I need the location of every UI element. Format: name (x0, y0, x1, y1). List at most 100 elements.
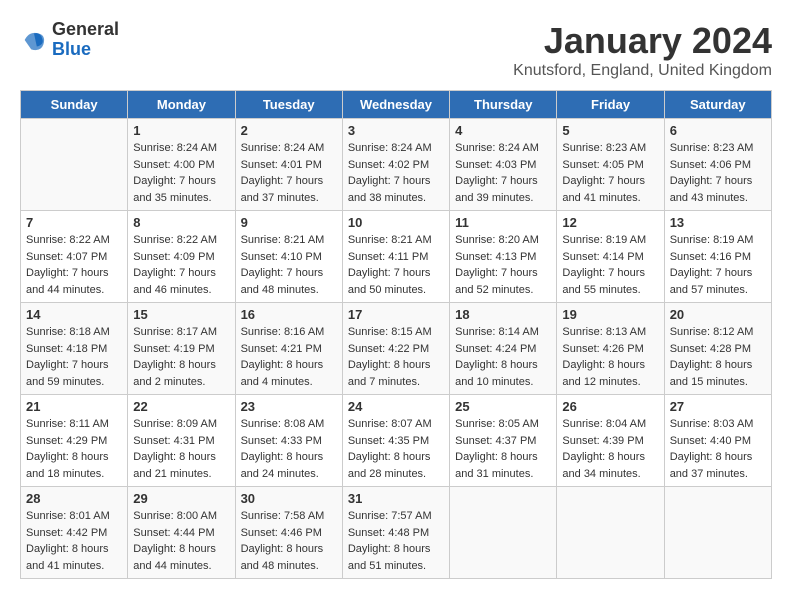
calendar-header: SundayMondayTuesdayWednesdayThursdayFrid… (21, 91, 772, 119)
calendar-cell: 24 Sunrise: 8:07 AM Sunset: 4:35 PM Dayli… (342, 395, 449, 487)
calendar-cell: 28 Sunrise: 8:01 AM Sunset: 4:42 PM Dayli… (21, 487, 128, 579)
day-info: Sunrise: 8:14 AM Sunset: 4:24 PM Dayligh… (455, 324, 551, 390)
day-number: 3 (348, 123, 444, 138)
day-number: 27 (670, 399, 766, 414)
calendar-cell: 15 Sunrise: 8:17 AM Sunset: 4:19 PM Dayli… (128, 303, 235, 395)
day-number: 4 (455, 123, 551, 138)
day-number: 11 (455, 215, 551, 230)
calendar-cell: 5 Sunrise: 8:23 AM Sunset: 4:05 PM Daylig… (557, 119, 664, 211)
day-number: 22 (133, 399, 229, 414)
calendar-cell: 14 Sunrise: 8:18 AM Sunset: 4:18 PM Dayli… (21, 303, 128, 395)
day-info: Sunrise: 8:21 AM Sunset: 4:10 PM Dayligh… (241, 232, 337, 298)
page-header: General Blue January 2024 Knutsford, Eng… (20, 20, 772, 80)
header-cell-friday: Friday (557, 91, 664, 119)
calendar-cell: 22 Sunrise: 8:09 AM Sunset: 4:31 PM Dayli… (128, 395, 235, 487)
calendar-cell: 6Sunrise: 8:23 AM Sunset: 4:06 PM Daylig… (664, 119, 771, 211)
calendar-title: January 2024 (513, 20, 772, 62)
calendar-cell: 8 Sunrise: 8:22 AM Sunset: 4:09 PM Daylig… (128, 211, 235, 303)
calendar-body: 1 Sunrise: 8:24 AM Sunset: 4:00 PM Daylig… (21, 119, 772, 579)
calendar-cell: 10Sunrise: 8:21 AM Sunset: 4:11 PM Dayli… (342, 211, 449, 303)
calendar-cell: 19 Sunrise: 8:13 AM Sunset: 4:26 PM Dayli… (557, 303, 664, 395)
day-info: Sunrise: 8:23 AM Sunset: 4:06 PM Dayligh… (670, 140, 766, 206)
calendar-cell: 31 Sunrise: 7:57 AM Sunset: 4:48 PM Dayli… (342, 487, 449, 579)
day-number: 5 (562, 123, 658, 138)
calendar-week-3: 14 Sunrise: 8:18 AM Sunset: 4:18 PM Dayli… (21, 303, 772, 395)
header-cell-monday: Monday (128, 91, 235, 119)
day-number: 24 (348, 399, 444, 414)
day-number: 25 (455, 399, 551, 414)
day-info: Sunrise: 8:22 AM Sunset: 4:09 PM Dayligh… (133, 232, 229, 298)
day-info: Sunrise: 8:03 AM Sunset: 4:40 PM Dayligh… (670, 416, 766, 482)
day-number: 8 (133, 215, 229, 230)
calendar-cell: 9 Sunrise: 8:21 AM Sunset: 4:10 PM Daylig… (235, 211, 342, 303)
logo-icon (20, 26, 48, 54)
calendar-cell: 13Sunrise: 8:19 AM Sunset: 4:16 PM Dayli… (664, 211, 771, 303)
day-info: Sunrise: 7:58 AM Sunset: 4:46 PM Dayligh… (241, 508, 337, 574)
day-info: Sunrise: 8:24 AM Sunset: 4:02 PM Dayligh… (348, 140, 444, 206)
day-number: 26 (562, 399, 658, 414)
logo-text: General Blue (52, 20, 119, 60)
calendar-cell (664, 487, 771, 579)
calendar-cell: 30 Sunrise: 7:58 AM Sunset: 4:46 PM Dayli… (235, 487, 342, 579)
logo-general: General (52, 20, 119, 40)
calendar-cell: 29Sunrise: 8:00 AM Sunset: 4:44 PM Dayli… (128, 487, 235, 579)
day-number: 21 (26, 399, 122, 414)
day-info: Sunrise: 8:23 AM Sunset: 4:05 PM Dayligh… (562, 140, 658, 206)
calendar-table: SundayMondayTuesdayWednesdayThursdayFrid… (20, 90, 772, 579)
day-number: 28 (26, 491, 122, 506)
day-info: Sunrise: 7:57 AM Sunset: 4:48 PM Dayligh… (348, 508, 444, 574)
calendar-cell: 26Sunrise: 8:04 AM Sunset: 4:39 PM Dayli… (557, 395, 664, 487)
day-info: Sunrise: 8:24 AM Sunset: 4:00 PM Dayligh… (133, 140, 229, 206)
calendar-cell: 11 Sunrise: 8:20 AM Sunset: 4:13 PM Dayli… (450, 211, 557, 303)
calendar-cell: 18 Sunrise: 8:14 AM Sunset: 4:24 PM Dayli… (450, 303, 557, 395)
calendar-subtitle: Knutsford, England, United Kingdom (513, 62, 772, 80)
day-info: Sunrise: 8:13 AM Sunset: 4:26 PM Dayligh… (562, 324, 658, 390)
day-info: Sunrise: 8:09 AM Sunset: 4:31 PM Dayligh… (133, 416, 229, 482)
day-number: 17 (348, 307, 444, 322)
calendar-cell (557, 487, 664, 579)
calendar-cell: 16Sunrise: 8:16 AM Sunset: 4:21 PM Dayli… (235, 303, 342, 395)
day-number: 31 (348, 491, 444, 506)
day-number: 19 (562, 307, 658, 322)
calendar-cell: 3 Sunrise: 8:24 AM Sunset: 4:02 PM Daylig… (342, 119, 449, 211)
calendar-cell: 21 Sunrise: 8:11 AM Sunset: 4:29 PM Dayli… (21, 395, 128, 487)
day-info: Sunrise: 8:11 AM Sunset: 4:29 PM Dayligh… (26, 416, 122, 482)
day-number: 23 (241, 399, 337, 414)
day-number: 20 (670, 307, 766, 322)
header-row: SundayMondayTuesdayWednesdayThursdayFrid… (21, 91, 772, 119)
day-info: Sunrise: 8:24 AM Sunset: 4:01 PM Dayligh… (241, 140, 337, 206)
day-number: 29 (133, 491, 229, 506)
logo: General Blue (20, 20, 119, 60)
calendar-cell: 20Sunrise: 8:12 AM Sunset: 4:28 PM Dayli… (664, 303, 771, 395)
day-info: Sunrise: 8:08 AM Sunset: 4:33 PM Dayligh… (241, 416, 337, 482)
day-number: 13 (670, 215, 766, 230)
calendar-cell (21, 119, 128, 211)
day-info: Sunrise: 8:16 AM Sunset: 4:21 PM Dayligh… (241, 324, 337, 390)
day-info: Sunrise: 8:17 AM Sunset: 4:19 PM Dayligh… (133, 324, 229, 390)
calendar-cell: 2Sunrise: 8:24 AM Sunset: 4:01 PM Daylig… (235, 119, 342, 211)
day-number: 30 (241, 491, 337, 506)
day-info: Sunrise: 8:24 AM Sunset: 4:03 PM Dayligh… (455, 140, 551, 206)
day-info: Sunrise: 8:07 AM Sunset: 4:35 PM Dayligh… (348, 416, 444, 482)
header-cell-saturday: Saturday (664, 91, 771, 119)
calendar-cell: 23 Sunrise: 8:08 AM Sunset: 4:33 PM Dayli… (235, 395, 342, 487)
day-number: 7 (26, 215, 122, 230)
day-info: Sunrise: 8:21 AM Sunset: 4:11 PM Dayligh… (348, 232, 444, 298)
calendar-week-1: 1 Sunrise: 8:24 AM Sunset: 4:00 PM Daylig… (21, 119, 772, 211)
day-number: 1 (133, 123, 229, 138)
calendar-cell (450, 487, 557, 579)
day-number: 15 (133, 307, 229, 322)
day-number: 9 (241, 215, 337, 230)
day-info: Sunrise: 8:01 AM Sunset: 4:42 PM Dayligh… (26, 508, 122, 574)
day-info: Sunrise: 8:20 AM Sunset: 4:13 PM Dayligh… (455, 232, 551, 298)
logo-blue: Blue (52, 40, 119, 60)
calendar-week-5: 28 Sunrise: 8:01 AM Sunset: 4:42 PM Dayli… (21, 487, 772, 579)
calendar-week-2: 7 Sunrise: 8:22 AM Sunset: 4:07 PM Daylig… (21, 211, 772, 303)
day-info: Sunrise: 8:15 AM Sunset: 4:22 PM Dayligh… (348, 324, 444, 390)
day-info: Sunrise: 8:18 AM Sunset: 4:18 PM Dayligh… (26, 324, 122, 390)
day-number: 14 (26, 307, 122, 322)
calendar-cell: 17 Sunrise: 8:15 AM Sunset: 4:22 PM Dayli… (342, 303, 449, 395)
day-info: Sunrise: 8:22 AM Sunset: 4:07 PM Dayligh… (26, 232, 122, 298)
day-number: 18 (455, 307, 551, 322)
day-number: 12 (562, 215, 658, 230)
